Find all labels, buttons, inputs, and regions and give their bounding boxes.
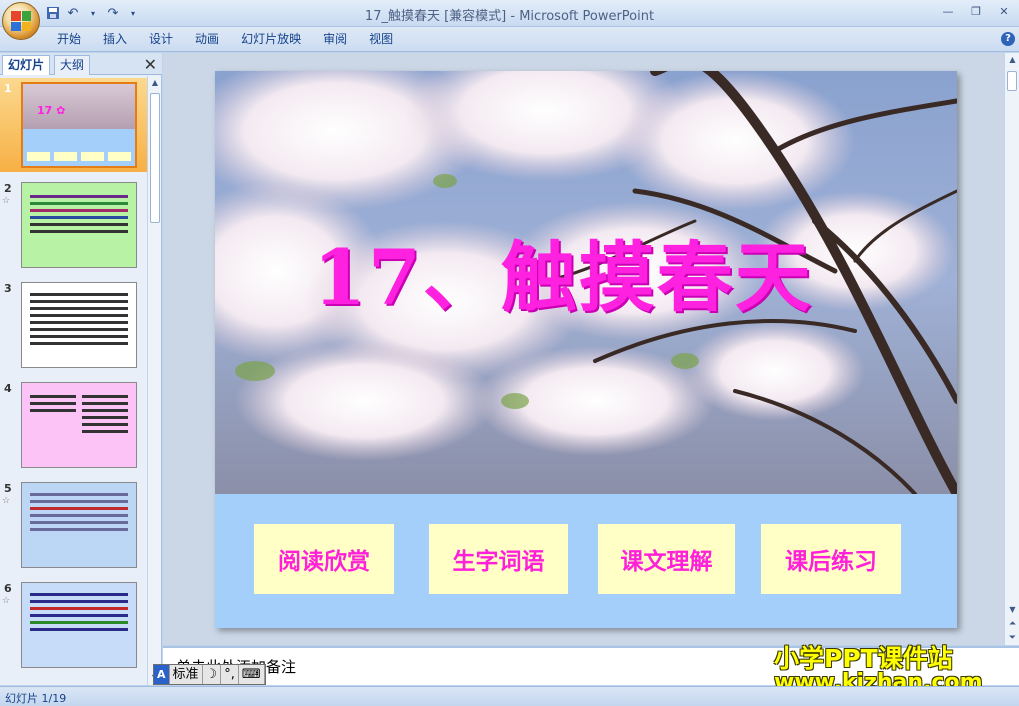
thumb-buttons-graphic	[27, 152, 131, 161]
scroll-up-icon[interactable]: ▲	[1005, 53, 1019, 67]
slide-thumbnail[interactable]: 5 ☆	[0, 478, 148, 572]
slide-thumbnail[interactable]: 2 ☆	[0, 178, 148, 272]
scroll-up-icon[interactable]: ▲	[148, 76, 162, 90]
tab-design[interactable]: 设计	[138, 31, 184, 48]
slide-thumbnail-image	[21, 382, 137, 468]
slide-thumbnail[interactable]: 1 17 ✿	[0, 78, 148, 172]
comprehension-button[interactable]: 课文理解	[598, 524, 735, 594]
slide-canvas[interactable]: 17、触摸春天 阅读欣赏 生字词语 课文理解 课后练习	[215, 71, 957, 628]
window-controls: — ❐ ✕	[937, 2, 1015, 20]
tab-slides[interactable]: 幻灯片	[2, 55, 51, 75]
scrollbar-thumb[interactable]	[150, 93, 160, 223]
slides-panel: 幻灯片 大纲 ✕ 1 17 ✿ 2 ☆ 3 4 5 ☆ 6 ☆ ▲	[0, 53, 162, 685]
animation-icon: ☆	[2, 596, 11, 606]
tab-review[interactable]: 审阅	[312, 31, 358, 48]
ime-logo-icon[interactable]: A	[154, 665, 170, 684]
slide-thumbnail-image	[21, 482, 137, 568]
reading-button[interactable]: 阅读欣赏	[254, 524, 394, 594]
slide-thumbnail[interactable]: 3	[0, 278, 148, 372]
slide-number: 6	[4, 582, 12, 595]
status-bar: 幻灯片 1/19	[0, 686, 1019, 706]
slide-thumbnail-image	[21, 282, 137, 368]
slide-number: 4	[4, 382, 12, 395]
title-bar: ↶ ▾ ↷ ▾ 17_触摸春天 [兼容模式] - Microsoft Power…	[0, 0, 1019, 40]
tab-view[interactable]: 视图	[358, 31, 404, 48]
editor-scrollbar[interactable]: ▲ ▼ ⏶ ⏷	[1004, 53, 1019, 645]
slide-number: 5	[4, 482, 12, 495]
ribbon-tabs: 开始 插入 设计 动画 幻灯片放映 审阅 视图	[46, 31, 404, 48]
scrollbar-thumb[interactable]	[1007, 71, 1017, 91]
restore-icon[interactable]: ❐	[965, 2, 987, 20]
slide-thumbnail[interactable]: 4	[0, 378, 148, 472]
slide-title: 17、触摸春天	[313, 233, 813, 322]
ime-keyboard-icon[interactable]: ⌨	[239, 665, 265, 684]
panel-tabs: 幻灯片 大纲 ✕	[0, 53, 162, 75]
next-slide-icon[interactable]: ⏷	[1005, 631, 1019, 645]
slide-thumbnail-image	[21, 582, 137, 668]
slide-thumbnail[interactable]: 6 ☆	[0, 578, 148, 672]
tab-slideshow[interactable]: 幻灯片放映	[230, 31, 312, 48]
thumbnail-scrollbar[interactable]: ▲ ▼	[147, 76, 161, 685]
help-icon[interactable]: ?	[1001, 32, 1015, 46]
thumb-title-graphic: 17 ✿	[37, 104, 66, 117]
tab-outline[interactable]: 大纲	[54, 55, 91, 75]
close-panel-icon[interactable]: ✕	[144, 55, 157, 74]
window-title: 17_触摸春天 [兼容模式] - Microsoft PowerPoint	[364, 9, 655, 24]
slide-thumbnail-image: 17 ✿	[21, 82, 137, 168]
office-button[interactable]	[2, 2, 40, 40]
scroll-down-icon[interactable]: ▼	[1005, 603, 1019, 617]
slide-thumbnail-image	[21, 182, 137, 268]
slide-counter: 幻灯片 1/19	[5, 692, 67, 705]
tab-insert[interactable]: 插入	[92, 31, 138, 48]
exercise-button[interactable]: 课后练习	[761, 524, 901, 594]
office-logo-icon	[11, 11, 31, 31]
vocabulary-button[interactable]: 生字词语	[429, 524, 568, 594]
tab-home[interactable]: 开始	[46, 31, 92, 48]
thumbnail-list: 1 17 ✿ 2 ☆ 3 4 5 ☆ 6 ☆	[0, 76, 148, 685]
ime-toolbar: A 标准 ☽ °, ⌨	[153, 664, 266, 685]
slide-number: 3	[4, 282, 12, 295]
previous-slide-icon[interactable]: ⏶	[1005, 617, 1019, 631]
ribbon: 开始 插入 设计 动画 幻灯片放映 审阅 视图 ?	[0, 27, 1019, 52]
animation-icon: ☆	[2, 496, 11, 506]
animation-icon: ☆	[2, 196, 11, 206]
ime-punct-icon[interactable]: °,	[221, 665, 239, 684]
ime-moon-icon[interactable]: ☽	[203, 665, 222, 684]
minimize-icon[interactable]: —	[937, 2, 959, 20]
tab-animation[interactable]: 动画	[184, 31, 230, 48]
close-icon[interactable]: ✕	[993, 2, 1015, 20]
slide-number: 1	[4, 82, 12, 95]
ime-mode-label[interactable]: 标准	[170, 665, 203, 684]
slide-number: 2	[4, 182, 12, 195]
